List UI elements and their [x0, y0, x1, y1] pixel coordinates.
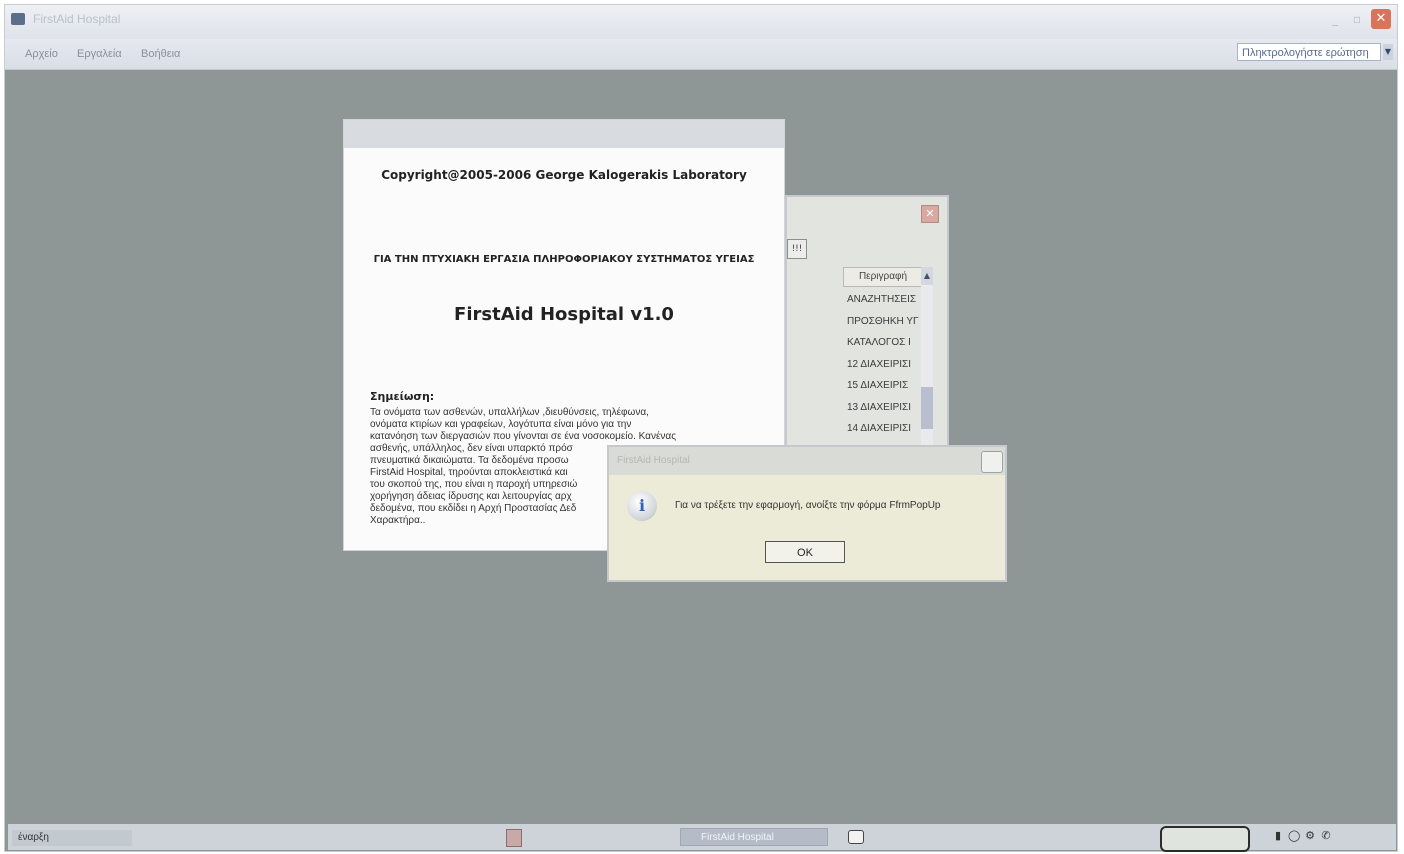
message-close-button[interactable] — [981, 451, 1003, 473]
document-icon[interactable] — [506, 829, 522, 847]
list-item[interactable]: 14 ΔΙΑΧΕΙΡΙΣΙ — [847, 418, 919, 440]
thesis-heading: ΓΙΑ ΤΗΝ ΠΤΥΧΙΑΚΗ ΕΡΓΑΣΙΑ ΠΛΗΡΟΦΟΡΙΑΚΟΥ Σ… — [373, 254, 755, 265]
menu-tools[interactable]: Εργαλεία — [77, 48, 122, 60]
tray-phone-icon[interactable]: ✆ — [1320, 829, 1332, 843]
help-dropdown-icon[interactable]: ▼ — [1383, 44, 1393, 60]
list-body: ΑΝΑΖΗΤΗΣΕΙΣ ΠΡΟΣΘΗΚΗ ΥΓ ΚΑΤΑΛΟΓΟΣ Ι 12 Δ… — [847, 289, 919, 440]
copyright-text: Copyright@2005-2006 George Kalogerakis L… — [381, 168, 747, 182]
window-title: FirstAid Hospital — [33, 12, 121, 26]
scroll-up-icon[interactable]: ▲ — [921, 267, 933, 285]
note-line: Τα ονόματα των ασθενών, υπαλλήλων ,διευθ… — [370, 407, 649, 418]
message-text: Για να τρέξετε την εφαρμογή, ανοίξτε την… — [675, 500, 941, 511]
list-item[interactable]: ΚΑΤΑΛΟΓΟΣ Ι — [847, 332, 919, 354]
menu-bar: Αρχείο Εργαλεία Βοήθεια Πληκτρολογήστε ε… — [5, 39, 1397, 70]
info-icon: i — [627, 491, 657, 521]
taskbar: έναρξη FirstAid Hospital ▮ ◯ ⚙ ✆ — [8, 824, 1396, 852]
tray-battery-icon[interactable]: ▮ — [1272, 829, 1284, 843]
note-label: Σημείωση: — [370, 390, 435, 403]
message-title-bar[interactable]: FirstAid Hospital — [609, 447, 1005, 475]
taskbar-input[interactable] — [1160, 826, 1250, 852]
start-button[interactable]: έναρξη — [12, 830, 132, 846]
window-controls: _ ▫ ✕ — [1327, 9, 1391, 29]
message-box: FirstAid Hospital i Για να τρέξετε την ε… — [607, 445, 1007, 582]
app-name-heading: FirstAid Hospital v1.0 — [454, 304, 674, 325]
app-icon — [11, 13, 25, 25]
ok-button[interactable]: OK — [765, 541, 845, 563]
list-toolbar-button[interactable]: !!! — [787, 239, 807, 259]
list-close-icon[interactable]: ✕ — [921, 205, 939, 223]
restore-button[interactable]: ▫ — [1349, 11, 1365, 27]
message-title: FirstAid Hospital — [617, 455, 690, 466]
list-item[interactable]: 15 ΔΙΑΧΕΙΡΙΣ — [847, 375, 919, 397]
title-bar[interactable]: FirstAid Hospital _ ▫ ✕ — [5, 5, 1397, 39]
list-item[interactable]: 12 ΔΙΑΧΕΙΡΙΣΙ — [847, 354, 919, 376]
scroll-thumb[interactable] — [921, 387, 933, 429]
application-window: FirstAid Hospital _ ▫ ✕ Αρχείο Εργαλεία … — [4, 4, 1398, 852]
menu-file[interactable]: Αρχείο — [25, 48, 58, 60]
system-tray: ▮ ◯ ⚙ ✆ — [1272, 829, 1332, 843]
list-item[interactable]: 13 ΔΙΑΧΕΙΡΙΣΙ — [847, 397, 919, 419]
list-item[interactable]: ΑΝΑΖΗΤΗΣΕΙΣ — [847, 289, 919, 311]
tray-circle-icon[interactable]: ◯ — [1288, 829, 1300, 843]
tray-gear-icon[interactable]: ⚙ — [1304, 829, 1316, 843]
minimize-button[interactable]: _ — [1327, 11, 1343, 27]
menu-help[interactable]: Βοήθεια — [141, 48, 180, 60]
list-item[interactable]: ΠΡΟΣΘΗΚΗ ΥΓ — [847, 311, 919, 333]
folder-icon[interactable] — [848, 830, 864, 844]
close-button[interactable]: ✕ — [1371, 9, 1391, 29]
splash-title-bar[interactable] — [344, 120, 784, 148]
note-line: ονόματα κτιρίων και γραφείων, λογότυπα ε… — [370, 419, 632, 430]
column-header-description[interactable]: Περιγραφή — [843, 267, 923, 287]
list-window: ✕ !!! Περιγραφή ▲ ΑΝΑΖΗΤΗΣΕΙΣ ΠΡΟΣΘΗΚΗ Υ… — [785, 195, 949, 449]
help-question-input[interactable]: Πληκτρολογήστε ερώτηση — [1237, 43, 1381, 61]
taskbar-app-button[interactable]: FirstAid Hospital — [680, 828, 828, 846]
note-line: κατανόηση των διεργασιών που γίνονται σε… — [370, 431, 677, 442]
